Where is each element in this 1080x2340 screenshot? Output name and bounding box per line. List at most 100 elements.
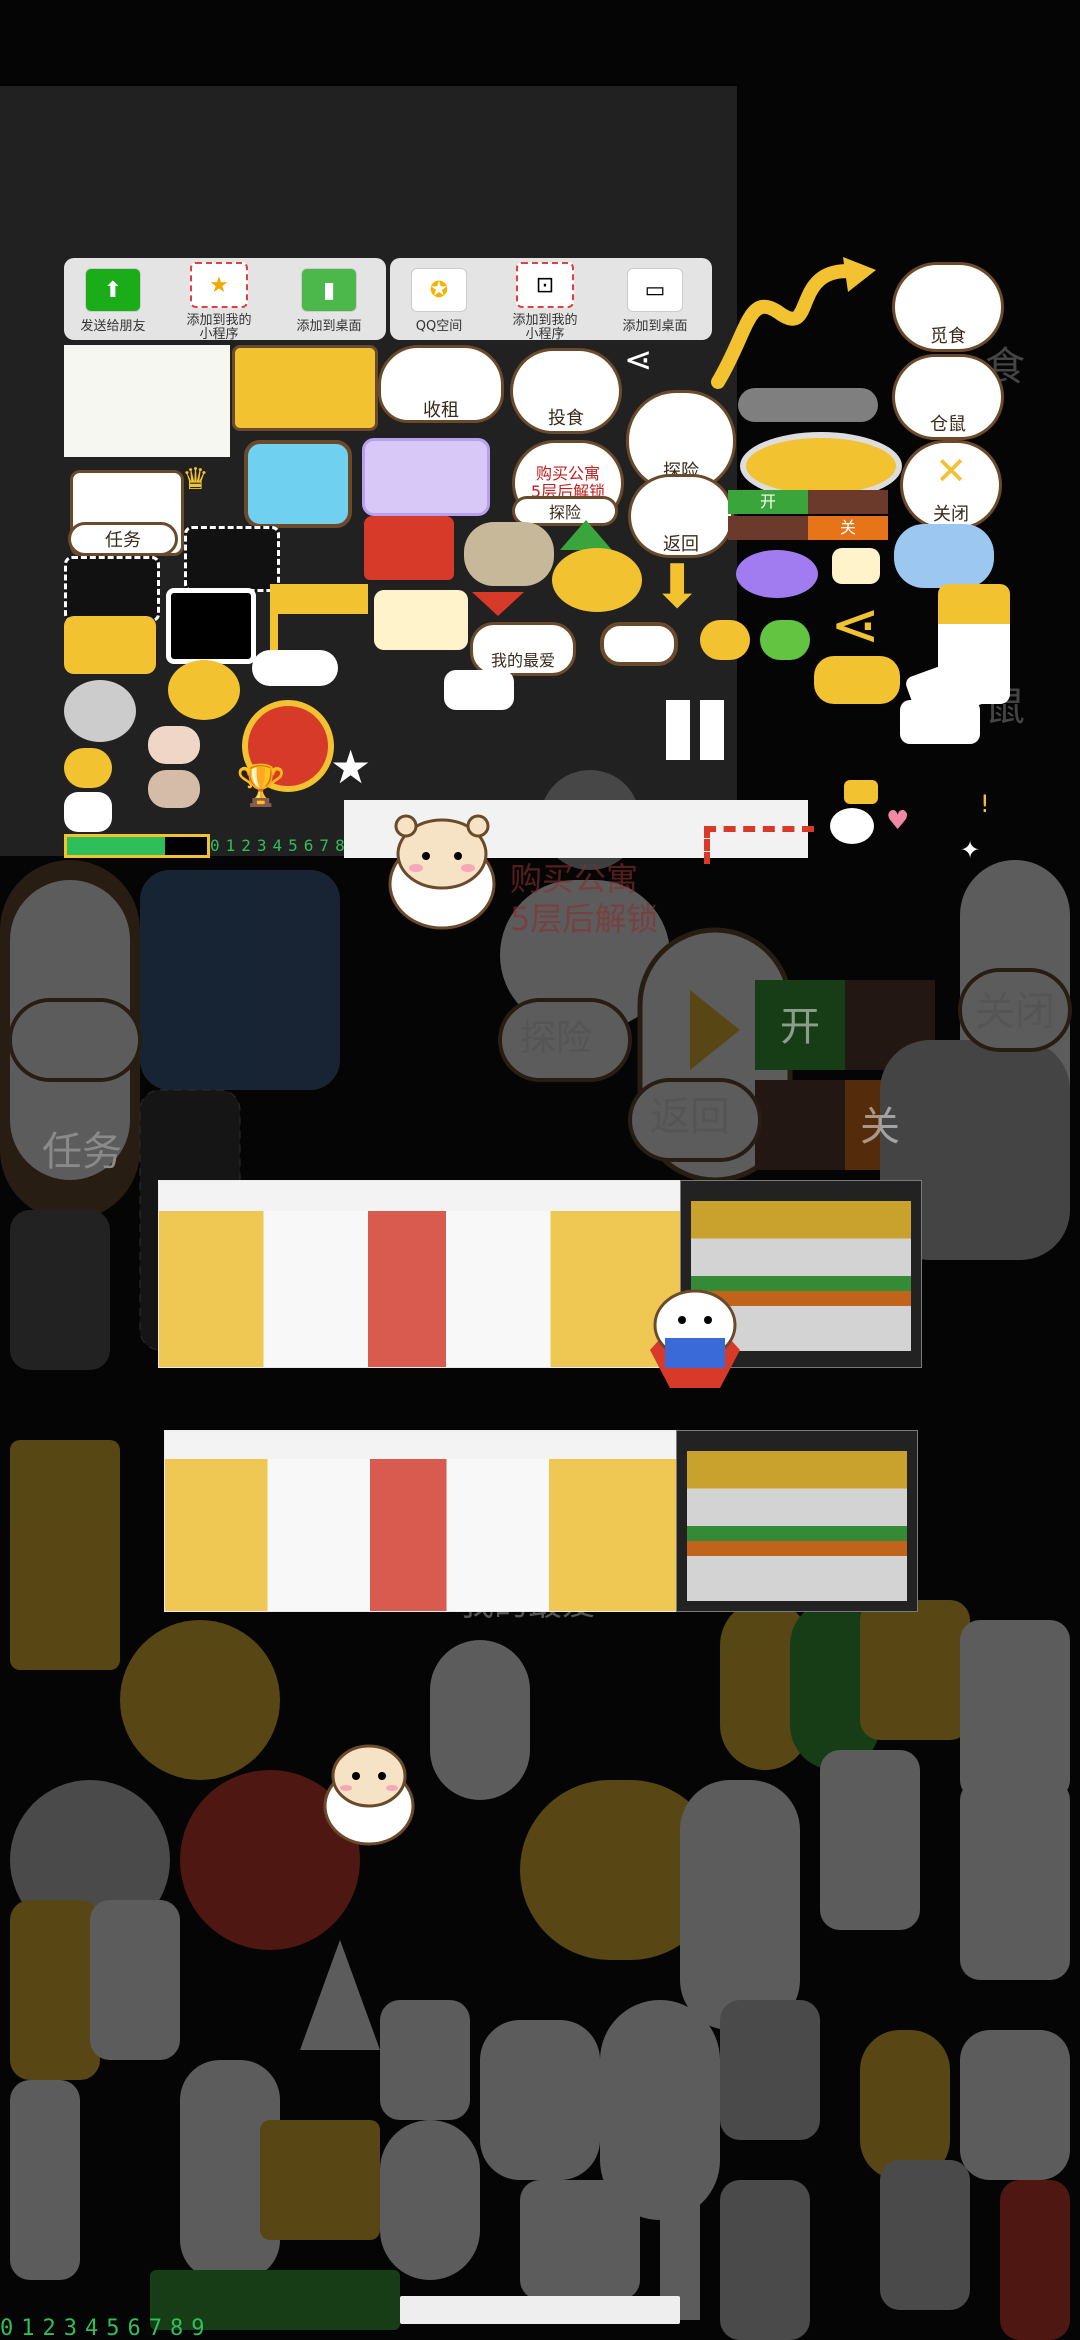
- sparkle-icon: ✦: [960, 836, 981, 864]
- collect-rent-label: 收租: [423, 400, 459, 421]
- telescope: [894, 524, 994, 588]
- add-mini-program-label-2: 添加到我的 小程序: [512, 313, 578, 342]
- svg-text:关闭: 关闭: [975, 989, 1055, 1035]
- green-triangle-icon: [560, 520, 612, 550]
- red-house: [364, 516, 454, 580]
- my-favorite-label: 我的最爱: [490, 651, 555, 670]
- desktop-icon: ▮: [301, 268, 357, 312]
- crown-icon: ♛: [182, 462, 209, 497]
- red-dashed-frame: [704, 826, 814, 864]
- share-node-icon: ⋖: [830, 590, 881, 660]
- cream-tile: [832, 548, 880, 584]
- sunflower-seed-placeholder: [64, 345, 230, 457]
- atlas-preview-1: [158, 1180, 682, 1368]
- dashed-tile-2: [184, 526, 280, 592]
- white-star-icon: ★: [330, 740, 372, 794]
- svg-text:0123456789: 0123456789: [0, 2316, 212, 2340]
- white-pill: [64, 792, 112, 832]
- tv-robot: [244, 440, 352, 528]
- task-button[interactable]: 任务: [68, 522, 178, 556]
- collect-rent-button[interactable]: 收租: [378, 345, 504, 423]
- task-label: 任务: [105, 530, 141, 551]
- forage-label: 觅食: [930, 326, 966, 347]
- close-button[interactable]: ✕ 关闭: [900, 440, 1002, 530]
- close-label: 关闭: [933, 504, 969, 525]
- hamster-mascot-small: [323, 1744, 415, 1846]
- share-friend-button[interactable]: ⬆ 发送给朋友: [58, 268, 168, 334]
- yellow-pill-1: [64, 748, 112, 788]
- svg-text:关: 关: [860, 1104, 900, 1150]
- monitor-icon: ▭: [627, 268, 683, 312]
- moon-stars: [552, 548, 642, 612]
- share-friend-icon: ⬆: [85, 268, 141, 312]
- yellow-bean-1: [700, 620, 750, 660]
- tile-grid: [666, 700, 726, 760]
- tan-pill: [148, 770, 200, 808]
- bg-task-label: 任务: [42, 1130, 122, 1174]
- off-cell-empty: [808, 490, 888, 514]
- share-icon: ⋖: [624, 340, 653, 380]
- add-desktop-label-2: 添加到桌面: [622, 319, 688, 334]
- cloud-tile: [464, 522, 554, 586]
- svg-text:开: 开: [780, 1004, 820, 1050]
- hamster-mascot: [388, 814, 496, 930]
- add-desktop-label: 添加到桌面: [296, 319, 362, 334]
- add-desktop-button-2[interactable]: ▭ 添加到桌面: [600, 268, 710, 334]
- purple-panel: [362, 438, 490, 516]
- on-cell: 开: [728, 490, 808, 514]
- add-desktop-button[interactable]: ▮ 添加到桌面: [274, 268, 384, 334]
- share-panel-right: ✪ QQ空间 ⊡ 添加到我的 小程序 ▭ 添加到桌面: [390, 258, 712, 342]
- warehouse-button[interactable]: 仓鼠: [892, 354, 1004, 440]
- qzone-label: QQ空间: [415, 319, 463, 334]
- add-box-icon: ⊡: [516, 262, 574, 308]
- white-oval: [600, 622, 678, 666]
- back-button[interactable]: 返回: [628, 474, 734, 558]
- cloud-shape: [252, 650, 338, 686]
- chick-coin: [168, 660, 240, 720]
- yellow-tile: [64, 616, 156, 674]
- qzone-icon: ✪: [411, 268, 467, 312]
- shop-building: [232, 345, 378, 431]
- down-arrow-icon: ⬇: [652, 552, 703, 622]
- atlas-preview-2-right: [676, 1430, 918, 1612]
- forage-button[interactable]: 觅食: [892, 262, 1004, 352]
- my-favorite-button[interactable]: 我的最爱: [470, 622, 576, 676]
- cream-block: [374, 590, 468, 650]
- add-mini-program-label: 添加到我的 小程序: [186, 313, 252, 342]
- digit-strip: 0123456789: [210, 836, 367, 855]
- atlas-preview-2: [164, 1430, 678, 1612]
- smiley-face: [830, 808, 874, 844]
- qzone-button[interactable]: ✪ QQ空间: [384, 268, 494, 334]
- svg-text:返回: 返回: [650, 1094, 730, 1140]
- close-x-icon: ✕: [935, 449, 967, 493]
- exclaim-bubble: !: [980, 790, 990, 818]
- toggle-pill[interactable]: [738, 388, 878, 422]
- hamster-coin: [64, 680, 136, 742]
- share-panel-left: ⬆ 发送给朋友 ★ 添加到我的 小程序 ▮ 添加到桌面: [64, 258, 386, 342]
- add-mini-program-button-2[interactable]: ⊡ 添加到我的 小程序: [490, 262, 600, 342]
- star-icon: ★: [190, 262, 248, 308]
- yellow-cup: [900, 700, 980, 744]
- progress-bar: [64, 834, 210, 858]
- green-bean: [760, 620, 810, 660]
- feed-label: 投食: [548, 408, 584, 429]
- warehouse-label: 仓鼠: [930, 414, 966, 435]
- dashed-tile-1: [64, 556, 160, 622]
- share-friend-label: 发送给朋友: [80, 319, 146, 334]
- svg-text:5层后解锁: 5层后解锁: [510, 900, 658, 938]
- superhero-hamster: [650, 1289, 740, 1388]
- cream-pill: [148, 726, 200, 764]
- svg-text:购买公寓: 购买公寓: [510, 860, 638, 898]
- feed-button[interactable]: 投食: [510, 348, 622, 434]
- home-indicator[interactable]: [400, 2296, 680, 2324]
- chat-bubble: [814, 656, 900, 704]
- off-cell: 关: [808, 516, 888, 540]
- curly-arrow-icon: [711, 257, 876, 389]
- heart-icon: ♥: [886, 806, 910, 836]
- black-square-tile: [166, 588, 256, 664]
- add-mini-program-button[interactable]: ★ 添加到我的 小程序: [164, 262, 274, 342]
- speech-bubble: [444, 670, 514, 710]
- on-off-switch[interactable]: 开 关: [728, 490, 888, 542]
- progress-fill: [67, 837, 165, 855]
- trophy-icon: 🏆: [236, 763, 286, 809]
